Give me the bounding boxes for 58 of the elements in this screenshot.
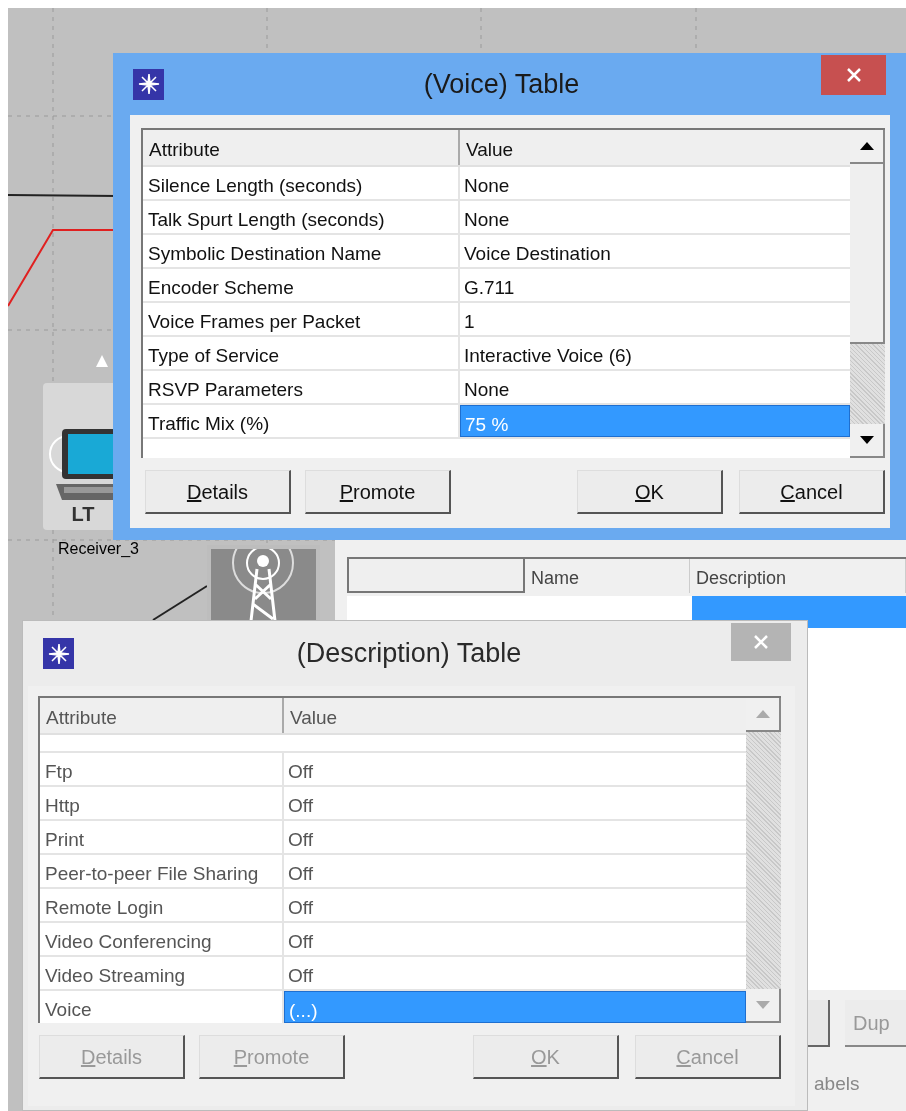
column-header[interactable]: Description bbox=[690, 559, 906, 593]
promote-button[interactable]: Promote bbox=[305, 470, 451, 514]
value-cell[interactable]: None bbox=[460, 201, 850, 233]
scroll-thumb[interactable] bbox=[850, 164, 885, 344]
attribute-cell[interactable]: Talk Spurt Length (seconds) bbox=[143, 201, 460, 233]
value-cell[interactable]: Off bbox=[284, 855, 746, 887]
column-header[interactable]: Attribute bbox=[40, 698, 284, 733]
column-header[interactable]: Value bbox=[460, 130, 850, 165]
value-cell[interactable]: Off bbox=[284, 753, 746, 785]
down-arrow-icon bbox=[859, 436, 874, 444]
attribute-cell[interactable]: Voice Frames per Packet bbox=[143, 303, 460, 335]
attribute-cell[interactable]: Type of Service bbox=[143, 337, 460, 369]
value-cell[interactable]: Off bbox=[284, 787, 746, 819]
app-icon bbox=[133, 68, 164, 100]
attribute-cell[interactable]: Encoder Scheme bbox=[143, 269, 460, 301]
attribute-cell[interactable]: Video Streaming bbox=[40, 957, 284, 989]
attribute-cell[interactable]: Http bbox=[40, 787, 284, 819]
value-cell[interactable]: Off bbox=[284, 821, 746, 853]
up-arrow-icon bbox=[755, 710, 770, 718]
scroll-up-button[interactable] bbox=[850, 130, 885, 164]
up-arrow-icon bbox=[859, 142, 874, 150]
attribute-cell[interactable]: Remote Login bbox=[40, 889, 284, 921]
column-header[interactable]: Value bbox=[284, 698, 746, 733]
down-arrow-icon bbox=[755, 1001, 770, 1009]
attribute-cell[interactable]: Symbolic Destination Name bbox=[143, 235, 460, 267]
value-cell[interactable]: None bbox=[460, 167, 850, 199]
column-header[interactable]: Attribute bbox=[143, 130, 460, 165]
link-line bbox=[152, 585, 208, 621]
scrollbar[interactable] bbox=[850, 130, 885, 458]
value-cell[interactable]: Interactive Voice (6) bbox=[460, 337, 850, 369]
window-title: (Description) Table bbox=[296, 637, 522, 671]
app-icon bbox=[43, 638, 74, 669]
badge-label: LT bbox=[71, 504, 95, 524]
value-cell[interactable]: G.711 bbox=[460, 269, 850, 301]
close-button[interactable] bbox=[821, 55, 886, 95]
node-label: Receiver_3 bbox=[58, 539, 139, 559]
value-cell[interactable]: Voice Destination bbox=[460, 235, 850, 267]
attribute-cell[interactable]: Peer-to-peer File Sharing bbox=[40, 855, 284, 887]
close-icon bbox=[753, 634, 769, 650]
column-header[interactable]: Name bbox=[525, 559, 690, 593]
value-cell[interactable]: Off bbox=[284, 923, 746, 955]
window-title: (Voice) Table bbox=[423, 67, 580, 101]
attribute-cell[interactable]: Silence Length (seconds) bbox=[143, 167, 460, 199]
close-button[interactable] bbox=[731, 623, 791, 661]
caption-text: abels bbox=[814, 1072, 860, 1096]
cancel-button[interactable]: Cancel bbox=[739, 470, 885, 514]
close-icon bbox=[845, 67, 862, 83]
attribute-cell[interactable]: RSVP Parameters bbox=[143, 371, 460, 403]
attribute-cell[interactable]: Video Conferencing bbox=[40, 923, 284, 955]
value-cell[interactable]: None bbox=[460, 371, 850, 403]
details-button[interactable]: Details bbox=[145, 470, 291, 514]
value-cell[interactable]: 1 bbox=[460, 303, 850, 335]
attribute-cell[interactable]: Print bbox=[40, 821, 284, 853]
scroll-down-button[interactable] bbox=[850, 424, 885, 458]
attribute-cell[interactable]: Ftp bbox=[40, 753, 284, 785]
value-cell[interactable]: Off bbox=[284, 957, 746, 989]
ok-button[interactable]: OK bbox=[577, 470, 723, 514]
value-cell[interactable]: Off bbox=[284, 889, 746, 921]
